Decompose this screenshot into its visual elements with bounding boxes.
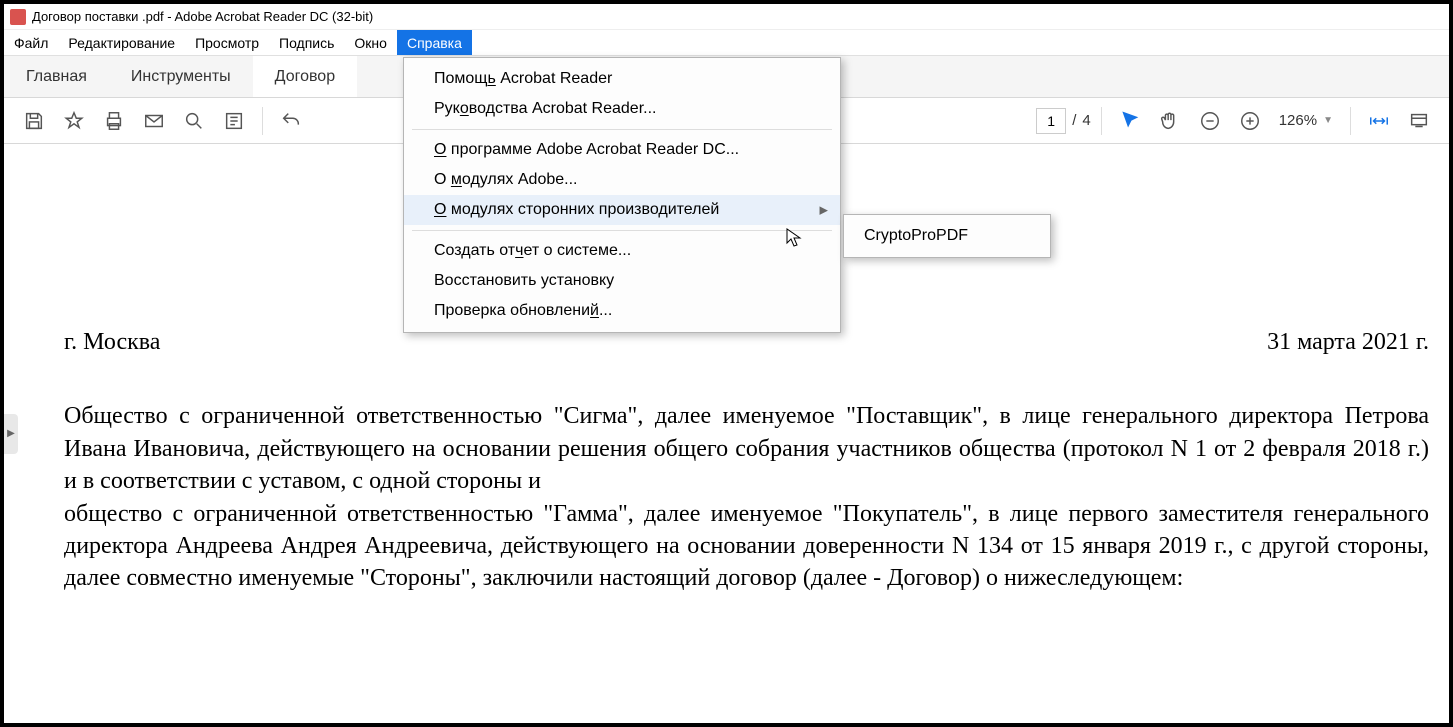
menu-view[interactable]: Просмотр (185, 30, 269, 55)
tab-home[interactable]: Главная (4, 56, 109, 97)
doc-city: г. Москва (64, 326, 160, 358)
menu-item-help[interactable]: Помощь Acrobat Reader (404, 64, 840, 94)
save-icon[interactable] (16, 103, 52, 139)
menubar: Файл Редактирование Просмотр Подпись Окн… (4, 30, 1449, 56)
zoom-dropdown[interactable]: 126% ▼ (1272, 108, 1340, 133)
search-icon[interactable] (176, 103, 212, 139)
mail-icon[interactable] (136, 103, 172, 139)
submenu-item-cryptopro[interactable]: CryptoProPDF (844, 221, 1050, 251)
submenu-arrow-icon: ▶ (820, 204, 828, 217)
menu-item-about[interactable]: О программе Adobe Acrobat Reader DC... (404, 135, 840, 165)
menu-item-third-party-plugins[interactable]: О модулях сторонних производителей ▶ (404, 195, 840, 225)
doc-paragraph-1: Общество с ограниченной ответственностью… (64, 400, 1429, 497)
undo-icon[interactable] (273, 103, 309, 139)
page-total: 4 (1082, 112, 1090, 129)
toolbar-separator (1101, 107, 1102, 135)
zoom-in-icon[interactable] (1232, 103, 1268, 139)
menu-item-guides[interactable]: Руководства Acrobat Reader... (404, 94, 840, 124)
menu-edit[interactable]: Редактирование (58, 30, 185, 55)
page-separator: / (1072, 112, 1076, 129)
star-icon[interactable] (56, 103, 92, 139)
menu-sign[interactable]: Подпись (269, 30, 344, 55)
hand-tool-icon[interactable] (1152, 103, 1188, 139)
tab-document[interactable]: Договор (253, 56, 357, 97)
page-controls: / 4 (1036, 108, 1091, 134)
menu-item-sysreport[interactable]: Создать отчет о системе... (404, 236, 840, 266)
menu-window[interactable]: Окно (344, 30, 397, 55)
titlebar: Договор поставки .pdf - Adobe Acrobat Re… (4, 4, 1449, 30)
ocr-icon[interactable] (216, 103, 252, 139)
zoom-value: 126% (1279, 112, 1317, 129)
help-dropdown: Помощь Acrobat Reader Руководства Acroba… (403, 57, 841, 333)
menu-item-restore[interactable]: Восстановить установку (404, 266, 840, 296)
read-mode-icon[interactable] (1401, 103, 1437, 139)
doc-date: 31 марта 2021 г. (1267, 326, 1429, 358)
menu-item-adobe-plugins[interactable]: О модулях Adobe... (404, 165, 840, 195)
print-icon[interactable] (96, 103, 132, 139)
menu-file[interactable]: Файл (4, 30, 58, 55)
select-tool-icon[interactable] (1112, 103, 1148, 139)
window-title: Договор поставки .pdf - Adobe Acrobat Re… (32, 9, 373, 24)
menu-item-updates[interactable]: Проверка обновлений... (404, 296, 840, 326)
doc-paragraph-2: общество с ограниченной ответственностью… (64, 498, 1429, 595)
menu-separator (412, 129, 832, 130)
page-number-input[interactable] (1036, 108, 1066, 134)
pdf-file-icon (10, 9, 26, 25)
chevron-down-icon: ▼ (1323, 115, 1333, 126)
tab-tools[interactable]: Инструменты (109, 56, 253, 97)
toolbar-separator (262, 107, 263, 135)
menu-separator (412, 230, 832, 231)
sidebar-toggle[interactable]: ▶ (4, 414, 18, 454)
third-party-submenu: CryptoProPDF (843, 214, 1051, 258)
fit-width-icon[interactable] (1361, 103, 1397, 139)
zoom-out-icon[interactable] (1192, 103, 1228, 139)
toolbar-separator (1350, 107, 1351, 135)
menu-help[interactable]: Справка (397, 30, 472, 55)
